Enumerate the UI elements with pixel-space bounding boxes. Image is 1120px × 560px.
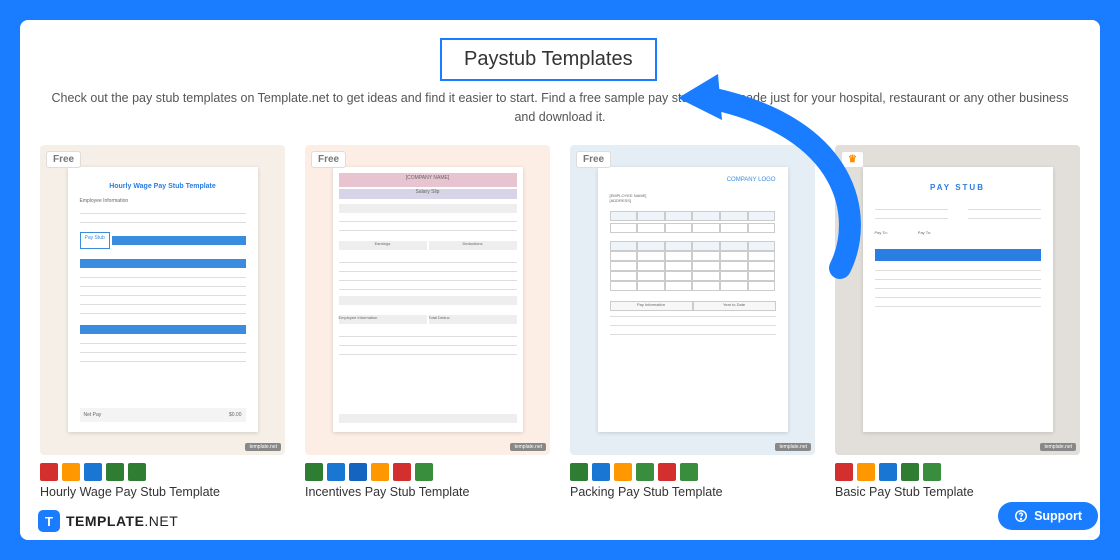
template-card[interactable]: ♛ PAY STUB Pay To:Pay To: template.net xyxy=(835,145,1080,499)
docs-icon[interactable] xyxy=(349,463,367,481)
template-card[interactable]: Free Hourly Wage Pay Stub Template Emplo… xyxy=(40,145,285,499)
preview-sheet: COMPANY LOGO [EMPLOYEE NAME][ADDRESS] Pa… xyxy=(598,167,788,432)
template-thumbnail: ♛ PAY STUB Pay To:Pay To: template.net xyxy=(835,145,1080,455)
sheets-icon[interactable] xyxy=(923,463,941,481)
excel-icon[interactable] xyxy=(106,463,124,481)
template-card[interactable]: Free COMPANY LOGO [EMPLOYEE NAME][ADDRES… xyxy=(570,145,815,499)
watermark: template.net xyxy=(775,443,811,451)
brand-logo-block[interactable]: T TEMPLATE.NET xyxy=(38,510,178,532)
free-badge: Free xyxy=(576,151,611,168)
support-label: Support xyxy=(1034,509,1082,523)
pages-icon[interactable] xyxy=(857,463,875,481)
free-badge: Free xyxy=(311,151,346,168)
template-thumbnail: Free Hourly Wage Pay Stub Template Emplo… xyxy=(40,145,285,455)
help-icon xyxy=(1014,509,1028,523)
template-title: Basic Pay Stub Template xyxy=(835,485,1080,499)
pdf-icon[interactable] xyxy=(40,463,58,481)
template-title: Incentives Pay Stub Template xyxy=(305,485,550,499)
numbers-icon[interactable] xyxy=(128,463,146,481)
format-icons xyxy=(570,463,815,481)
excel-icon[interactable] xyxy=(901,463,919,481)
preview-heading: PAY STUB xyxy=(875,183,1041,192)
preview-heading: Hourly Wage Pay Stub Template xyxy=(80,183,246,190)
template-title: Packing Pay Stub Template xyxy=(570,485,815,499)
format-icons xyxy=(305,463,550,481)
template-card[interactable]: Free [COMPANY NAME] Salary Slip Earnings… xyxy=(305,145,550,499)
excel-icon[interactable] xyxy=(570,463,588,481)
word-icon[interactable] xyxy=(327,463,345,481)
support-button[interactable]: Support xyxy=(998,502,1098,530)
sheets-icon[interactable] xyxy=(680,463,698,481)
preview-heading: COMPANY LOGO xyxy=(610,177,776,183)
preview-sheet: Hourly Wage Pay Stub Template Employee I… xyxy=(68,167,258,432)
template-thumbnail: Free [COMPANY NAME] Salary Slip Earnings… xyxy=(305,145,550,455)
pdf-icon[interactable] xyxy=(835,463,853,481)
watermark: template.net xyxy=(1040,443,1076,451)
template-title: Hourly Wage Pay Stub Template xyxy=(40,485,285,499)
logo-icon: T xyxy=(38,510,60,532)
excel-icon[interactable] xyxy=(305,463,323,481)
sheets-icon[interactable] xyxy=(415,463,433,481)
sheets-icon[interactable] xyxy=(636,463,654,481)
word-icon[interactable] xyxy=(879,463,897,481)
pdf-icon[interactable] xyxy=(658,463,676,481)
free-badge: Free xyxy=(46,151,81,168)
page-description: Check out the pay stub templates on Temp… xyxy=(40,89,1080,127)
pages-icon[interactable] xyxy=(371,463,389,481)
format-icons xyxy=(40,463,285,481)
pdf-icon[interactable] xyxy=(393,463,411,481)
pages-icon[interactable] xyxy=(614,463,632,481)
watermark: template.net xyxy=(245,443,281,451)
preview-sheet: [COMPANY NAME] Salary Slip EarningsDeduc… xyxy=(333,167,523,432)
template-thumbnail: Free COMPANY LOGO [EMPLOYEE NAME][ADDRES… xyxy=(570,145,815,455)
word-icon[interactable] xyxy=(592,463,610,481)
format-icons xyxy=(835,463,1080,481)
template-grid: Free Hourly Wage Pay Stub Template Emplo… xyxy=(40,145,1080,499)
word-icon[interactable] xyxy=(84,463,102,481)
brand-text: TEMPLATE.NET xyxy=(66,513,178,529)
premium-badge: ♛ xyxy=(841,151,864,168)
preview-sheet: PAY STUB Pay To:Pay To: xyxy=(863,167,1053,432)
watermark: template.net xyxy=(510,443,546,451)
preview-heading: Salary Slip xyxy=(339,189,517,199)
content-panel: Paystub Templates Check out the pay stub… xyxy=(20,20,1100,540)
app-frame: Paystub Templates Check out the pay stub… xyxy=(0,0,1120,560)
page-title: Paystub Templates xyxy=(440,38,657,81)
pages-icon[interactable] xyxy=(62,463,80,481)
